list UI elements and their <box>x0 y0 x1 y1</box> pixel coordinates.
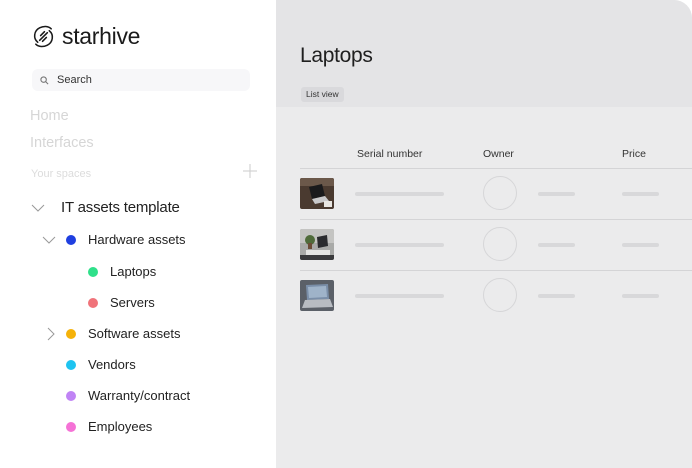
chevron-down-icon[interactable] <box>42 233 56 247</box>
color-dot <box>88 297 98 308</box>
color-dot <box>66 390 76 401</box>
column-header-price[interactable]: Price <box>622 148 646 160</box>
tree-item-employees[interactable]: Employees <box>66 419 152 434</box>
tree-item-label: Laptops <box>110 264 157 279</box>
spaces-header: Your spaces <box>31 168 92 180</box>
price-placeholder <box>622 192 659 196</box>
list-view-tab[interactable]: List view <box>301 87 344 102</box>
color-dot <box>88 266 98 277</box>
search-icon <box>40 75 49 84</box>
tree-item-it-assets-template[interactable]: IT assets template <box>31 199 180 216</box>
serial-number-placeholder <box>355 243 444 247</box>
price-placeholder <box>622 243 659 247</box>
tree-item-laptops[interactable]: Laptops <box>88 264 156 279</box>
tree-item-label: Servers <box>110 295 155 310</box>
color-dot <box>66 234 76 245</box>
tree-item-hardware-assets[interactable]: Hardware assets <box>42 232 186 247</box>
serial-number-placeholder <box>355 192 444 196</box>
nav-home[interactable]: Home <box>30 108 69 124</box>
tree-item-warranty-contract[interactable]: Warranty/contract <box>66 388 190 403</box>
add-space-icon[interactable] <box>242 163 258 179</box>
tree-item-vendors[interactable]: Vendors <box>66 357 136 372</box>
laptop-on-desk-photo <box>300 178 334 209</box>
brand-name: starhive <box>62 23 141 49</box>
color-dot <box>66 359 76 370</box>
tree-item-software-assets[interactable]: Software assets <box>44 326 181 341</box>
brand-logo[interactable]: starhive <box>31 23 140 50</box>
search-input[interactable] <box>57 74 237 86</box>
tree-item-label: Vendors <box>88 357 136 372</box>
table-row[interactable] <box>300 219 692 270</box>
column-header-serial-number[interactable]: Serial number <box>357 148 422 160</box>
owner-name-placeholder <box>538 294 575 298</box>
tree-item-label: Hardware assets <box>88 232 186 247</box>
table-row[interactable] <box>300 168 692 219</box>
owner-name-placeholder <box>538 192 575 196</box>
main-panel: Laptops List view Serial number Owner Pr… <box>276 0 692 468</box>
search-box[interactable] <box>32 69 250 91</box>
sidebar: starhive Home Interfaces Your spaces IT … <box>0 0 276 468</box>
price-placeholder <box>622 294 659 298</box>
tree-item-label: Employees <box>88 419 153 434</box>
color-dot <box>66 328 76 339</box>
tree-item-label: IT assets template <box>61 199 180 216</box>
chevron-down-icon[interactable] <box>31 201 45 215</box>
laptop-with-plant-photo <box>300 229 334 260</box>
main-header: Laptops List view <box>276 0 692 107</box>
starhive-logo-icon <box>33 25 54 48</box>
owner-avatar <box>483 176 517 210</box>
column-header-owner[interactable]: Owner <box>483 148 514 160</box>
tree-item-label: Software assets <box>88 326 181 341</box>
owner-avatar <box>483 227 517 261</box>
laptop-open-photo <box>300 280 334 311</box>
table-row[interactable] <box>300 270 692 321</box>
owner-avatar <box>483 278 517 312</box>
page-title: Laptops <box>300 44 373 67</box>
tree-item-servers[interactable]: Servers <box>88 295 155 310</box>
serial-number-placeholder <box>355 294 444 298</box>
chevron-right-icon[interactable] <box>44 327 58 341</box>
owner-name-placeholder <box>538 243 575 247</box>
tree-item-label: Warranty/contract <box>88 388 191 403</box>
color-dot <box>66 421 76 432</box>
nav-interfaces[interactable]: Interfaces <box>30 135 94 151</box>
